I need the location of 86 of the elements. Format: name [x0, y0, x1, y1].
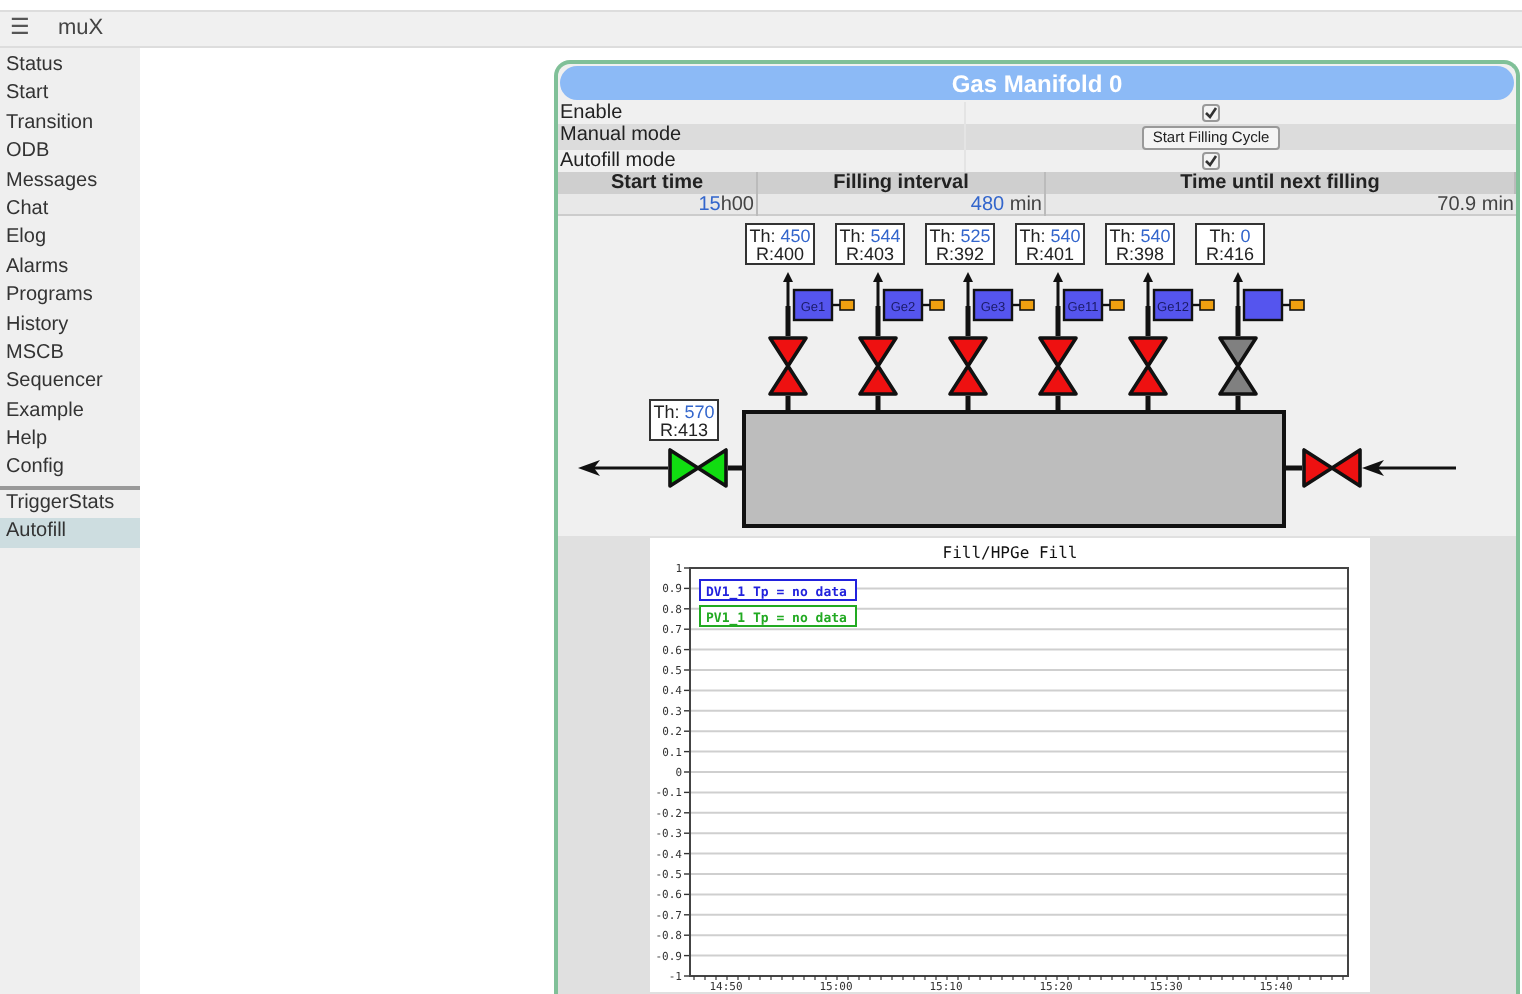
label-background: [1015, 223, 1085, 265]
sidebar-item[interactable]: ODB: [0, 138, 140, 168]
sidebar-item[interactable]: Elog: [0, 224, 140, 254]
time-until-cell-text: 70.9 min: [1435, 194, 1516, 216]
pipe-line: [1055, 303, 1061, 415]
threshold-reading: Th: 540: [1019, 226, 1081, 246]
detector-box: [972, 288, 1014, 322]
connector-block: [1199, 299, 1215, 311]
flow-arrow: [578, 460, 668, 476]
threshold-reading: Th: 450: [749, 226, 811, 246]
valve-icon[interactable]: [668, 448, 728, 488]
label-background: [745, 223, 815, 265]
connector-block: [1019, 299, 1035, 311]
setting-label: Enable: [558, 102, 625, 124]
sidebar-item[interactable]: Sequencer: [0, 368, 140, 398]
pipe-line: [1145, 303, 1151, 415]
label-background: [649, 399, 719, 441]
resistance-reading: R:416: [1205, 244, 1255, 264]
pipe-line: [875, 303, 881, 415]
connector-block: [1109, 299, 1125, 311]
valve-icon[interactable]: [1218, 336, 1258, 396]
resistance-reading: R:392: [935, 244, 985, 264]
sidebar-item[interactable]: Alarms: [0, 253, 140, 283]
threshold-reading: Th: 540: [1109, 226, 1171, 246]
app-title: muX: [58, 14, 104, 45]
threshold-reading: Th: 0: [1209, 226, 1251, 246]
resistance-reading: R:403: [845, 244, 895, 264]
setting-label: Manual mode: [558, 124, 684, 150]
flow-arrow: [1362, 460, 1456, 476]
sidebar-item[interactable]: Programs: [0, 282, 140, 312]
connector-block: [1289, 299, 1305, 311]
resistance-reading: R:398: [1115, 244, 1165, 264]
valve-icon[interactable]: [768, 336, 808, 396]
resistance-reading: R:401: [1025, 244, 1075, 264]
flow-arrow: [1233, 272, 1243, 306]
resistance-reading: R:400: [755, 244, 805, 264]
pipe-line: [1284, 465, 1302, 471]
valve-icon[interactable]: [948, 336, 988, 396]
chart-title: Fill/HPGe Fill: [942, 544, 1078, 562]
sidebar-item[interactable]: Status: [0, 52, 140, 81]
detector-box: [792, 288, 834, 322]
setting-label: Autofill mode: [558, 150, 678, 172]
threshold-reading: Th: 544: [839, 226, 901, 246]
flow-arrow: [1143, 272, 1153, 306]
flow-arrow: [1053, 272, 1063, 306]
checkbox[interactable]: [1202, 104, 1220, 122]
label-background: [1195, 223, 1265, 265]
flow-arrow: [783, 272, 793, 306]
label-background: [925, 223, 995, 265]
sidebar-item[interactable]: Transition: [0, 109, 140, 139]
flow-arrow: [873, 272, 883, 306]
label-background: [1105, 223, 1175, 265]
sidebar-item[interactable]: Help: [0, 426, 140, 455]
label-background: [835, 223, 905, 265]
sidebar-item[interactable]: Start: [0, 80, 140, 110]
pipe-line: [1235, 303, 1241, 415]
panel-title: Gas Manifold 0: [560, 66, 1514, 100]
valve-icon[interactable]: [1038, 336, 1078, 396]
sidebar-item[interactable]: History: [0, 311, 140, 340]
sidebar-item[interactable]: Example: [0, 397, 140, 427]
sidebar-item[interactable]: Messages: [0, 167, 140, 196]
menu-icon[interactable]: ☰: [10, 18, 30, 40]
sidebar-item[interactable]: Autofill: [0, 518, 140, 548]
sidebar-item[interactable]: MSCB: [0, 339, 140, 369]
interval-cell: 480 min: [758, 194, 1046, 216]
start-time-cell: 15h00: [558, 194, 758, 216]
detector-box: [882, 288, 924, 322]
pipe-line: [728, 465, 744, 471]
pipe-line: [785, 303, 791, 415]
resistance-reading: R:413: [659, 420, 709, 440]
valve-icon[interactable]: [858, 336, 898, 396]
detector-box: [1152, 288, 1194, 322]
valve-icon[interactable]: [1302, 448, 1362, 488]
sidebar-item[interactable]: Chat: [0, 195, 140, 225]
detector-box: [1242, 288, 1284, 322]
connector-block: [839, 299, 855, 311]
flow-arrow: [963, 272, 973, 306]
threshold-reading: Th: 570: [653, 402, 715, 422]
sidebar-item[interactable]: TriggerStats: [0, 489, 140, 519]
pipe-line: [965, 303, 971, 415]
detector-box: [1062, 288, 1104, 322]
checkbox[interactable]: [1202, 152, 1220, 170]
connector-block: [929, 299, 945, 311]
valve-icon[interactable]: [1128, 336, 1168, 396]
threshold-reading: Th: 525: [929, 226, 991, 246]
sidebar-item[interactable]: Config: [0, 454, 140, 484]
